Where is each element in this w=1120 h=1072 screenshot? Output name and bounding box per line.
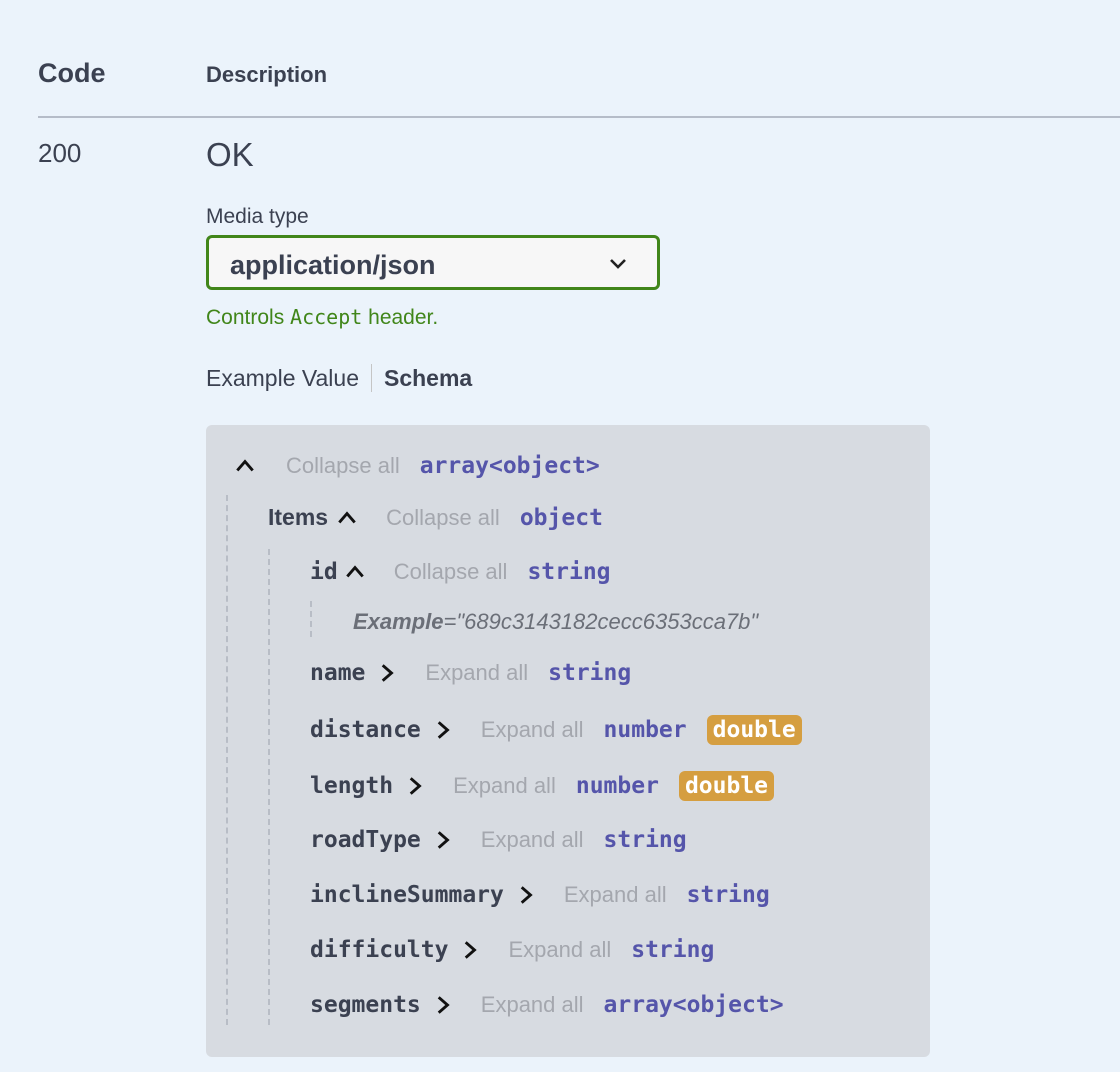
schema-field-row: difficulty Expand all string: [310, 937, 714, 963]
schema-field-row: length Expand all number double: [310, 771, 775, 801]
expand-all-button[interactable]: Expand all: [453, 773, 556, 799]
chevron-right-icon[interactable]: [514, 884, 536, 906]
field-key: length: [310, 773, 394, 799]
chevron-right-icon[interactable]: [431, 994, 453, 1016]
items-label: Items: [268, 504, 329, 530]
schema-type: array<object>: [603, 992, 784, 1018]
schema-field-row: roadType Expand all string: [310, 827, 687, 853]
chevron-right-icon[interactable]: [431, 829, 453, 851]
example-schema-tabs: Example Value Schema: [206, 364, 472, 392]
chevron-right-icon[interactable]: [375, 662, 397, 684]
schema-root-row: Collapse all array<object>: [234, 453, 600, 479]
schema-field-row: inclineSummary Expand all string: [310, 882, 770, 908]
expand-all-button[interactable]: Expand all: [508, 937, 611, 963]
expand-all-button[interactable]: Expand all: [481, 717, 584, 743]
tree-guide-line: [268, 549, 270, 1025]
schema-items-row: Items Collapse all object: [268, 504, 603, 531]
tab-example-value[interactable]: Example Value: [206, 365, 359, 392]
tab-divider: [371, 364, 372, 392]
format-badge: double: [706, 715, 802, 745]
schema-type: array<object>: [419, 453, 600, 479]
response-code: 200: [38, 138, 82, 168]
schema-type: string: [527, 559, 611, 585]
expand-all-button[interactable]: Expand all: [564, 882, 667, 908]
field-example: Example ="689c3143182cecc6353cca7b": [353, 609, 759, 634]
chevron-down-icon: [610, 259, 626, 269]
field-key: inclineSummary: [310, 882, 504, 908]
schema-type: string: [603, 827, 687, 853]
schema-type: string: [548, 660, 632, 686]
schema-type: string: [686, 882, 770, 908]
schema-field-row: distance Expand all number double: [310, 715, 802, 745]
chevron-right-icon[interactable]: [431, 719, 453, 741]
chevron-right-icon[interactable]: [403, 775, 425, 797]
collapse-all-button[interactable]: Collapse all: [394, 559, 508, 585]
tree-guide-line: [310, 601, 312, 637]
format-badge: double: [678, 771, 775, 801]
field-key: id: [310, 559, 338, 585]
schema-type: number: [575, 773, 659, 799]
responses-table-header: Code Description: [38, 58, 1120, 118]
chevron-up-icon[interactable]: [234, 455, 256, 477]
chevron-up-icon[interactable]: [336, 507, 358, 529]
expand-all-button[interactable]: Expand all: [481, 827, 584, 853]
chevron-right-icon[interactable]: [458, 939, 480, 961]
media-type-hint: Controls Accept header.: [206, 305, 439, 329]
code-column-header: Code: [38, 58, 106, 88]
expand-all-button[interactable]: Expand all: [425, 660, 528, 686]
description-column-header: Description: [206, 62, 328, 87]
media-type-select[interactable]: application/json: [206, 235, 660, 290]
schema-field-row: id Collapse all string: [310, 559, 611, 585]
collapse-all-button[interactable]: Collapse all: [286, 453, 400, 479]
field-key: distance: [310, 717, 421, 743]
field-key: difficulty: [310, 937, 449, 963]
media-type-label: Media type: [206, 205, 309, 228]
schema-type: object: [519, 504, 603, 531]
media-type-value: application/json: [230, 250, 436, 280]
schema-field-row: name Expand all string: [310, 660, 631, 686]
schema-panel: Collapse all array<object> Items Collaps…: [206, 425, 930, 1057]
collapse-all-button[interactable]: Collapse all: [386, 505, 500, 531]
schema-field-row: segments Expand all array<object>: [310, 992, 784, 1018]
schema-type: number: [603, 717, 687, 743]
field-key: name: [310, 660, 366, 686]
tree-guide-line: [226, 495, 228, 1025]
expand-all-button[interactable]: Expand all: [481, 992, 584, 1018]
field-key: segments: [310, 992, 421, 1018]
response-description: OK: [206, 136, 254, 173]
chevron-up-icon[interactable]: [344, 561, 366, 583]
field-key: roadType: [310, 827, 421, 853]
schema-type: string: [631, 937, 715, 963]
tab-schema[interactable]: Schema: [384, 365, 472, 392]
